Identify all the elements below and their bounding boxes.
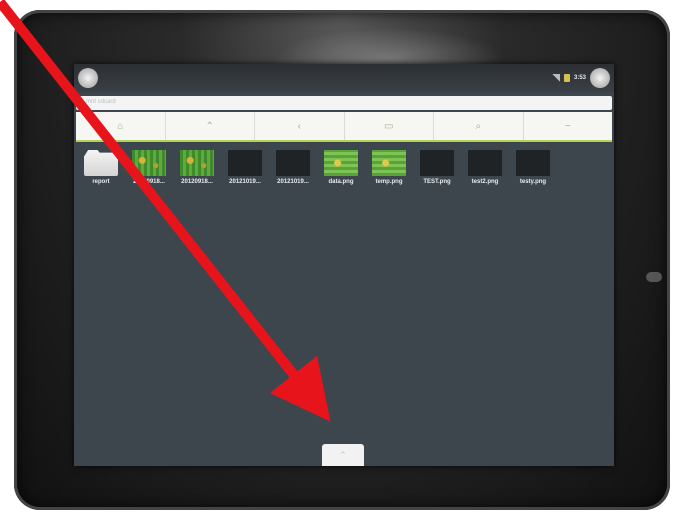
annotation-overlay: [0, 0, 331, 422]
annotation-arrow: [0, 0, 331, 422]
